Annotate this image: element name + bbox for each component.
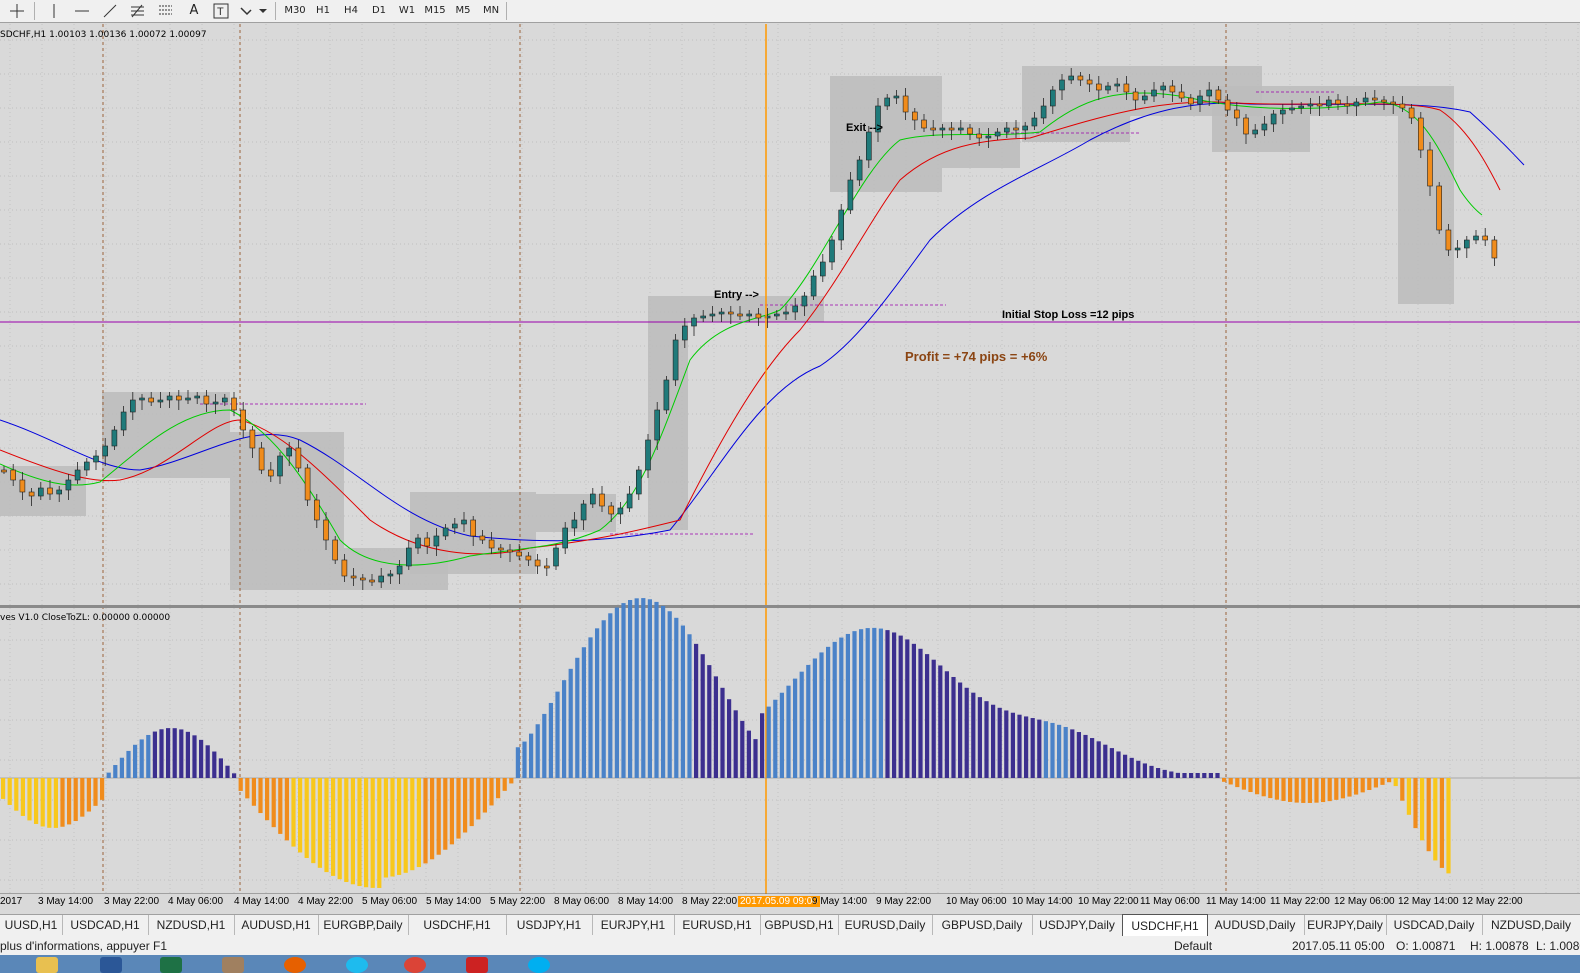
chart-tab[interactable]: USDCHF,H1: [1122, 914, 1208, 937]
timeframe-m15[interactable]: M15: [422, 2, 448, 19]
chart-tab[interactable]: AUDUSD,H1: [234, 915, 319, 935]
chart-tab[interactable]: USDCAD,Daily: [1386, 915, 1483, 935]
folder-icon[interactable]: [36, 957, 58, 973]
timeframe-w1[interactable]: W1: [394, 2, 420, 19]
status-datetime: 2017.05.11 05:00: [1292, 939, 1385, 953]
time-label: 10 May 06:00: [946, 896, 1007, 907]
time-label: 11 May 14:00: [1206, 896, 1266, 907]
time-label: 12 May 22:00: [1462, 896, 1523, 907]
status-high: H: 1.00878: [1470, 939, 1529, 953]
time-label: 5 May 22:00: [490, 896, 546, 907]
chart-tabs: UUSD,H1 USDCAD,H1 NZDUSD,H1 AUDUSD,H1 EURGBP…: [0, 914, 1580, 937]
panel-separator[interactable]: [0, 605, 1580, 608]
profile-name[interactable]: Default: [1174, 939, 1212, 953]
time-label: 4 May 14:00: [234, 896, 290, 907]
timeframe-h1[interactable]: H1: [310, 2, 336, 19]
firefox-icon[interactable]: [284, 957, 306, 973]
chart-tab[interactable]: USDJPY,Daily: [1032, 915, 1123, 935]
stop-loss-annotation: Initial Stop Loss =12 pips: [1002, 309, 1134, 321]
word-icon[interactable]: [100, 957, 122, 973]
time-label: 8 May 14:00: [618, 896, 674, 907]
taskbar: [0, 955, 1580, 973]
time-label: 4 May 22:00: [298, 896, 354, 907]
time-label: 2017.05.09 09:00: [738, 896, 820, 907]
time-label: 3 May 22:00: [104, 896, 160, 907]
pdf-icon[interactable]: [466, 957, 488, 973]
status-open: O: 1.00871: [1396, 939, 1456, 953]
chart-tab[interactable]: EURJPY,H1: [592, 915, 675, 935]
time-label: 2017: [0, 896, 23, 907]
chart-tab[interactable]: EURUSD,Daily: [838, 915, 933, 935]
label-icon-glyph: T: [217, 6, 224, 18]
trendline-icon[interactable]: [100, 2, 120, 19]
chart-tab[interactable]: USDJPY,H1: [506, 915, 593, 935]
chart-tab[interactable]: USDCAD,H1: [62, 915, 149, 935]
chart-tab[interactable]: GBPUSD,H1: [760, 915, 839, 935]
chart-tab[interactable]: AUDUSD,Daily: [1206, 915, 1305, 935]
time-label: 5 May 14:00: [426, 896, 482, 907]
toolbar-separator: [275, 2, 276, 20]
chart-tab[interactable]: UUSD,H1: [0, 915, 63, 935]
ie-icon[interactable]: [346, 957, 368, 973]
toolbar: A T M30 H1 H4 D1 W1 M15 M5 MN: [0, 0, 1580, 23]
fibonacci-icon[interactable]: [128, 2, 148, 19]
chart-tab[interactable]: USDCHF,H1: [408, 915, 507, 935]
chart-tab[interactable]: EURJPY,Daily: [1304, 915, 1387, 935]
excel-icon[interactable]: [160, 957, 182, 973]
exit-annotation: Exit -->: [846, 122, 883, 134]
chart-tab[interactable]: NZDUSD,Daily: [1482, 915, 1580, 935]
time-label: 3 May 14:00: [38, 896, 94, 907]
time-label: 12 May 06:00: [1334, 896, 1395, 907]
text-icon[interactable]: A: [184, 2, 204, 19]
crosshair-icon[interactable]: [6, 2, 28, 19]
status-low: L: 1.0080: [1536, 939, 1580, 953]
profit-annotation: Profit = +74 pips = +6%: [905, 349, 1048, 364]
chart-header: SDCHF,H1 1.00103 1.00136 1.00072 1.00097: [0, 30, 207, 40]
chart-tab[interactable]: GBPUSD,Daily: [932, 915, 1033, 935]
toolbar-separator: [506, 2, 507, 20]
fib-fan-icon[interactable]: [156, 2, 176, 19]
entry-annotation: Entry -->: [714, 289, 759, 301]
timeframe-m5[interactable]: M5: [450, 2, 476, 19]
time-label: 4 May 06:00: [168, 896, 224, 907]
help-text: plus d'informations, appuyer F1: [0, 939, 168, 953]
time-label: 8 May 22:00: [682, 896, 738, 907]
chrome-icon[interactable]: [404, 957, 426, 973]
time-label: 9 May 14:00: [812, 896, 868, 907]
timeframe-m30[interactable]: M30: [282, 2, 308, 19]
timeframe-h4[interactable]: H4: [338, 2, 364, 19]
timeframe-d1[interactable]: D1: [366, 2, 392, 19]
time-label: 8 May 06:00: [554, 896, 610, 907]
archive-icon[interactable]: [222, 957, 244, 973]
time-label: 5 May 06:00: [362, 896, 418, 907]
chart-tab[interactable]: EURUSD,H1: [674, 915, 761, 935]
time-label: 10 May 22:00: [1078, 896, 1139, 907]
horizontal-line-icon[interactable]: [72, 2, 92, 19]
toolbar-separator: [34, 2, 35, 20]
arrows-icon[interactable]: [238, 2, 268, 19]
time-label: 9 May 22:00: [876, 896, 932, 907]
time-label: 12 May 14:00: [1398, 896, 1459, 907]
time-label: 11 May 06:00: [1140, 896, 1200, 907]
chart-tab[interactable]: NZDUSD,H1: [148, 915, 235, 935]
label-icon[interactable]: T: [210, 2, 232, 19]
chart-tab[interactable]: EURGBP,Daily: [318, 915, 409, 935]
time-label: 10 May 14:00: [1012, 896, 1073, 907]
indicator-header: ves V1.0 CloseToZL: 0.00000 0.00000: [0, 613, 170, 623]
vertical-line-icon[interactable]: [44, 2, 64, 19]
skype-icon[interactable]: [528, 957, 550, 973]
price-chart[interactable]: SDCHF,H1 1.00103 1.00136 1.00072 1.00097…: [0, 24, 1580, 894]
time-label: 11 May 22:00: [1270, 896, 1330, 907]
timeframe-mn[interactable]: MN: [478, 2, 504, 19]
